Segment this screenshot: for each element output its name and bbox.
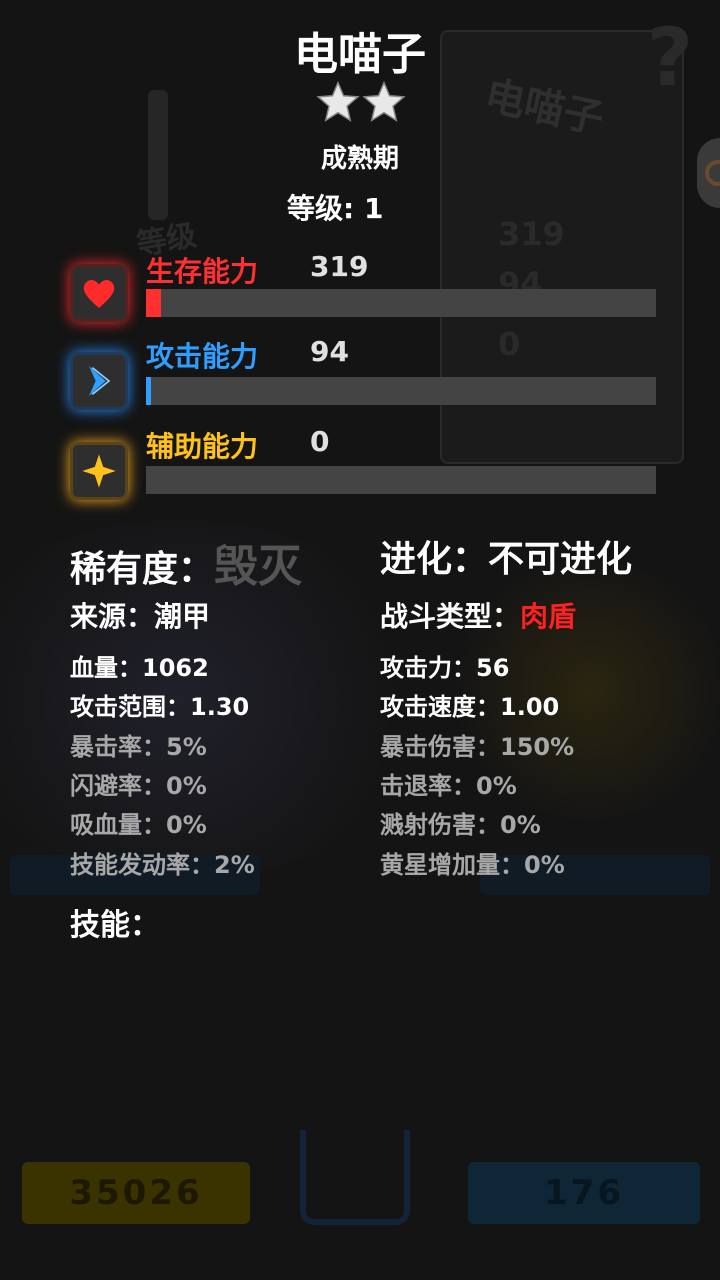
stat-value-attack: 94 xyxy=(310,335,349,368)
attribute-crit-rate: 暴击率：5% xyxy=(70,733,207,761)
stat-bar-fill xyxy=(146,377,152,405)
stat-value-survival: 319 xyxy=(310,250,369,283)
attribute-hp: 血量：1062 xyxy=(70,654,209,682)
star-rating xyxy=(316,80,406,124)
attribute-attack-range: 攻击范围：1.30 xyxy=(70,693,250,721)
star-icon xyxy=(362,80,406,122)
rarity-row: 稀有度：毁灭 xyxy=(70,530,302,594)
battle-type-value: 肉盾 xyxy=(520,600,577,633)
attribute-crit-damage: 暴击伤害：150% xyxy=(380,733,575,761)
stat-bar-fill xyxy=(146,289,162,317)
attribute-skill-rate: 技能发动率：2% xyxy=(70,851,255,879)
attribute-yellow-star-bonus: 黄星增加量：0% xyxy=(380,851,565,879)
skills-heading: 技能： xyxy=(70,908,160,943)
sparkle-star-icon xyxy=(70,442,128,500)
stat-value-support: 0 xyxy=(310,425,330,458)
pet-detail-panel[interactable]: 电喵子 成熟期 等级: 1 生存能力 319 攻击能力 94 辅助能力 0 稀有… xyxy=(0,0,720,1280)
attribute-attack-power: 攻击力：56 xyxy=(380,654,510,682)
source-info: 来源：潮甲 xyxy=(70,600,211,633)
chevron-right-icon xyxy=(70,352,128,410)
star-icon xyxy=(316,80,360,122)
stat-label-support: 辅助能力 xyxy=(146,430,259,463)
stat-bar-support xyxy=(146,466,656,494)
rarity-label: 稀有度： xyxy=(70,549,215,590)
attribute-knockback-rate: 击退率：0% xyxy=(380,772,517,800)
attribute-splash-damage: 溅射伤害：0% xyxy=(380,811,541,839)
attribute-lifesteal: 吸血量：0% xyxy=(70,811,207,839)
attribute-dodge-rate: 闪避率：0% xyxy=(70,772,207,800)
stat-bar-survival xyxy=(146,289,656,317)
heart-icon xyxy=(70,264,128,322)
stat-bar-attack xyxy=(146,377,656,405)
attribute-attack-speed: 攻击速度：1.00 xyxy=(380,693,560,721)
battle-type-label: 战斗类型： xyxy=(380,600,521,633)
pet-name: 电喵子 xyxy=(294,29,426,80)
rarity-value: 毁灭 xyxy=(214,541,303,592)
stat-label-survival: 生存能力 xyxy=(146,255,259,288)
stat-label-attack: 攻击能力 xyxy=(146,340,259,373)
evolution-info: 进化：不可进化 xyxy=(380,539,633,580)
growth-stage: 成熟期 xyxy=(320,144,399,174)
pet-level: 等级: 1 xyxy=(287,192,384,225)
battle-type-row: 战斗类型：肉盾 xyxy=(380,595,576,635)
